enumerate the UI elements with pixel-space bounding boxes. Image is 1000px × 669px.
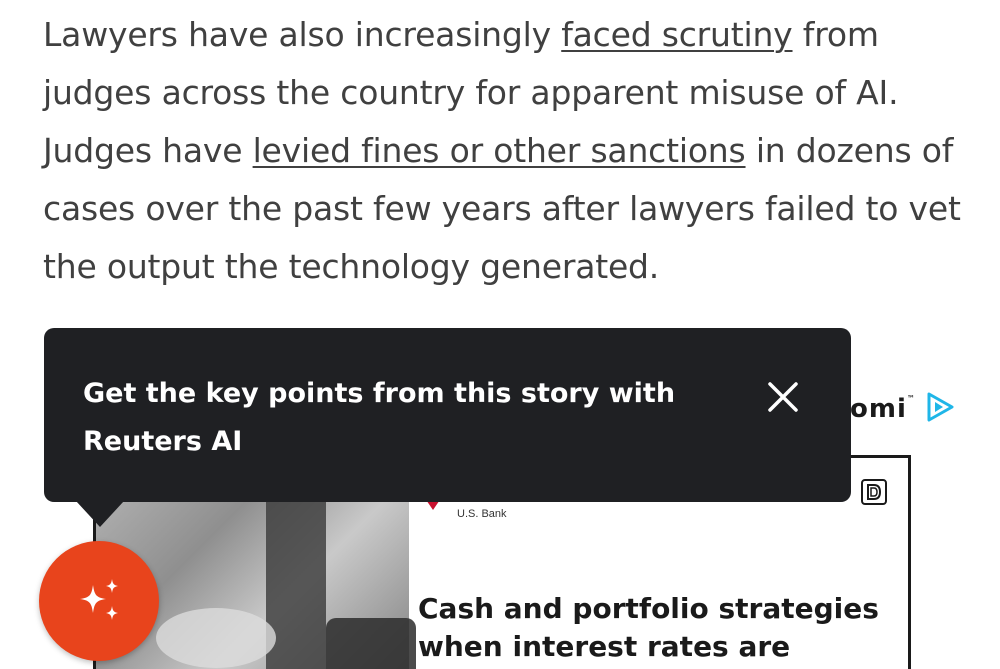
ad-brand-logo[interactable]: omi™ — [850, 394, 916, 424]
sparkles-icon — [80, 579, 118, 620]
reuters-ai-button[interactable] — [39, 541, 159, 661]
tooltip-arrow — [76, 501, 124, 527]
faced-scrutiny-link[interactable]: faced scrutiny — [561, 15, 792, 54]
levied-fines-link[interactable]: levied fines or other sanctions — [253, 131, 746, 170]
ad-headline[interactable]: Cash and portfolio strategies when inter… — [418, 590, 888, 666]
play-triangle-icon[interactable] — [924, 391, 956, 423]
ad-brand-text: omi — [850, 394, 907, 424]
ad-sponsor-name: U.S. Bank — [457, 508, 507, 520]
ad-brand-tm: ™ — [906, 394, 916, 403]
close-icon[interactable] — [766, 380, 800, 414]
adchoices-icon[interactable] — [860, 478, 888, 506]
ad-image-shape — [156, 608, 276, 668]
ad-image-shape — [326, 618, 416, 669]
article-text: Lawyers have also increasingly — [43, 15, 562, 54]
article-paragraph: Lawyers have also increasingly faced scr… — [43, 6, 963, 296]
reuters-ai-tooltip: Get the key points from this story with … — [44, 328, 851, 502]
tooltip-message: Get the key points from this story with … — [83, 378, 676, 457]
